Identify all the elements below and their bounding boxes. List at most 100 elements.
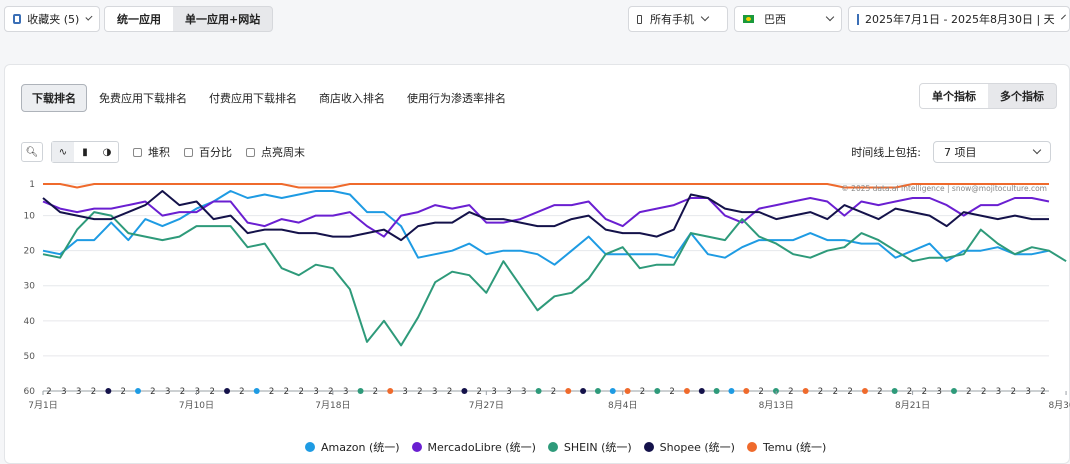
legend-item[interactable]: SHEIN (统一): [547, 439, 632, 455]
unified-app-tab[interactable]: 统一应用: [105, 7, 173, 31]
y-tick-label: 1: [29, 180, 35, 190]
annotation-count: 2: [46, 387, 51, 397]
annotation-count: 2: [847, 387, 852, 397]
legend-item[interactable]: MercadoLibre (统一): [411, 439, 536, 455]
annotation-count: 2: [150, 387, 155, 397]
annotation-marker: [861, 388, 868, 394]
annotation-count: 2: [298, 387, 303, 397]
top-toolbar: 收藏夹 (5) 统一应用 单一应用+网站 所有手机 巴西 2025年7月1日 -…: [0, 0, 1070, 40]
annotation-count: 2: [640, 387, 645, 397]
annotation-count: 3: [313, 387, 318, 397]
legend-dot-icon: [643, 442, 654, 452]
annotation-marker: [135, 388, 142, 394]
country-dropdown[interactable]: 巴西: [734, 6, 842, 32]
annotation-marker: [580, 388, 587, 394]
x-tick-label: 8月13日: [759, 400, 794, 411]
x-tick-label: 8月30日: [1048, 400, 1070, 411]
annotation-marker: [950, 388, 957, 394]
annotation-count: 2: [417, 387, 422, 397]
annotation-marker: [253, 388, 260, 394]
x-tick-label: 7月1日: [28, 400, 57, 411]
annotation-marker: [802, 388, 809, 394]
annotation-count: 3: [165, 387, 170, 397]
legend-label: Temu (统一): [762, 441, 827, 454]
date-range-picker[interactable]: 2025年7月1日 - 2025年8月30日 | 天: [848, 6, 1070, 32]
device-dropdown[interactable]: 所有手机: [628, 6, 728, 32]
y-tick-label: 30: [24, 282, 36, 292]
legend-label: SHEIN (统一): [563, 441, 632, 454]
annotation-marker: [728, 388, 735, 394]
annotation-count: 3: [343, 387, 348, 397]
annotation-marker: [891, 388, 898, 394]
annotation-count: 3: [996, 387, 1001, 397]
x-tick-label: 8月21日: [895, 400, 930, 411]
annotation-marker: [357, 388, 364, 394]
chevron-down-icon: [1060, 14, 1066, 20]
ranking-line-chart: 1102030405060 23322232322222323232322333…: [24, 180, 1070, 411]
annotation-count: 3: [491, 387, 496, 397]
annotation-marker: [698, 388, 705, 394]
legend-dot-icon: [746, 442, 757, 452]
series-line: [42, 211, 1067, 347]
annotation-count: 3: [521, 387, 526, 397]
annotation-count: 3: [432, 387, 437, 397]
favorites-dropdown[interactable]: 收藏夹 (5): [4, 6, 100, 32]
y-tick-label: 60: [24, 387, 36, 397]
legend-item[interactable]: Amazon (统一): [305, 439, 400, 455]
legend-dot-icon: [547, 442, 558, 452]
favorites-label: 收藏夹 (5): [27, 13, 80, 26]
annotation-count: 2: [1040, 387, 1045, 397]
annotation-count: 2: [373, 387, 378, 397]
annotation-count: 2: [180, 387, 185, 397]
legend-item[interactable]: Shopee (统一): [643, 439, 735, 455]
annotation-count: 3: [402, 387, 407, 397]
annotation-count: 2: [1011, 387, 1016, 397]
legend-label: Amazon (统一): [321, 441, 400, 454]
x-tick-label: 7月10日: [179, 400, 214, 411]
annotation-count: 2: [669, 387, 674, 397]
phone-icon: [637, 14, 642, 24]
annotation-count: 2: [877, 387, 882, 397]
x-tick-label: 7月27日: [469, 400, 504, 411]
favorites-icon: [13, 14, 22, 24]
legend-label: Shopee (统一): [659, 441, 735, 454]
single-app-tab[interactable]: 单一应用+网站: [173, 7, 272, 31]
annotation-marker: [713, 388, 720, 394]
annotation-count: 2: [758, 387, 763, 397]
annotation-count: 2: [818, 387, 823, 397]
series-line: [42, 197, 1050, 238]
annotation-marker: [743, 388, 750, 394]
watermark: © 2025 data.ai Intelligence | snow@mojit…: [841, 184, 1047, 193]
annotation-marker: [105, 388, 112, 394]
annotation-count: 3: [936, 387, 941, 397]
chevron-down-icon: [700, 12, 710, 22]
annotation-count: 2: [209, 387, 214, 397]
annotation-count: 3: [1025, 387, 1030, 397]
y-tick-label: 40: [24, 317, 36, 327]
annotation-count: 2: [966, 387, 971, 397]
annotation-count: 2: [120, 387, 125, 397]
annotation-count: 2: [922, 387, 927, 397]
annotation-count: 2: [907, 387, 912, 397]
annotation-count: 3: [61, 387, 66, 397]
annotation-count: 2: [269, 387, 274, 397]
annotation-count: 2: [788, 387, 793, 397]
ranking-panel: 下载排名 免费应用下载排名 付费应用下载排名 商店收入排名 使用行为渗透率排名 …: [4, 64, 1070, 464]
x-tick-label: 7月18日: [315, 400, 350, 411]
annotation-count: 3: [506, 387, 511, 397]
legend-item[interactable]: Temu (统一): [746, 439, 827, 455]
y-tick-label: 20: [24, 247, 36, 257]
annotation-count: 2: [477, 387, 482, 397]
annotation-count: 3: [76, 387, 81, 397]
annotation-marker: [594, 388, 601, 394]
annotation-marker: [609, 388, 616, 394]
country-label: 巴西: [764, 13, 786, 26]
legend-dot-icon: [305, 442, 315, 452]
x-tick-label: 8月4日: [608, 400, 637, 411]
legend-dot-icon: [411, 442, 422, 452]
annotation-marker: [624, 388, 631, 394]
calendar-icon: [857, 13, 859, 25]
annotation-marker: [565, 388, 572, 394]
annotation-count: 2: [91, 387, 96, 397]
annotation-marker: [535, 388, 542, 394]
